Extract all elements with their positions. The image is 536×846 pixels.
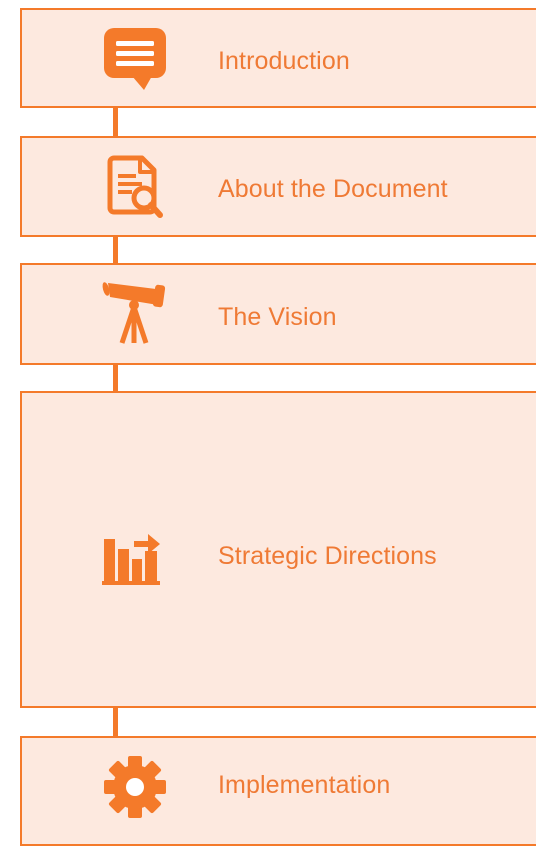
connector-line — [113, 107, 118, 137]
bar-chart-arrow-icon — [102, 534, 160, 585]
section-label: Introduction — [218, 47, 350, 75]
connector-line — [113, 364, 118, 392]
telescope-icon — [102, 282, 166, 344]
navigation-diagram: { "colors": { "accent": "#f47a2a", "box_… — [0, 0, 536, 846]
connector-line — [113, 707, 118, 737]
connector-line — [113, 236, 118, 264]
speech-bubble-icon — [104, 28, 166, 90]
section-label: About the Document — [218, 175, 448, 203]
section-introduction[interactable]: Introduction — [20, 8, 536, 108]
document-search-icon — [107, 155, 163, 218]
section-the-vision[interactable]: The Vision — [20, 263, 536, 365]
section-label: Strategic Directions — [218, 542, 437, 570]
section-label: Implementation — [218, 771, 391, 799]
section-implementation[interactable]: Implementation — [20, 736, 536, 846]
section-strategic-directions[interactable]: Strategic Directions — [20, 391, 536, 708]
gear-icon — [104, 756, 166, 818]
section-about-the-document[interactable]: About the Document — [20, 136, 536, 237]
section-label: The Vision — [218, 303, 337, 331]
